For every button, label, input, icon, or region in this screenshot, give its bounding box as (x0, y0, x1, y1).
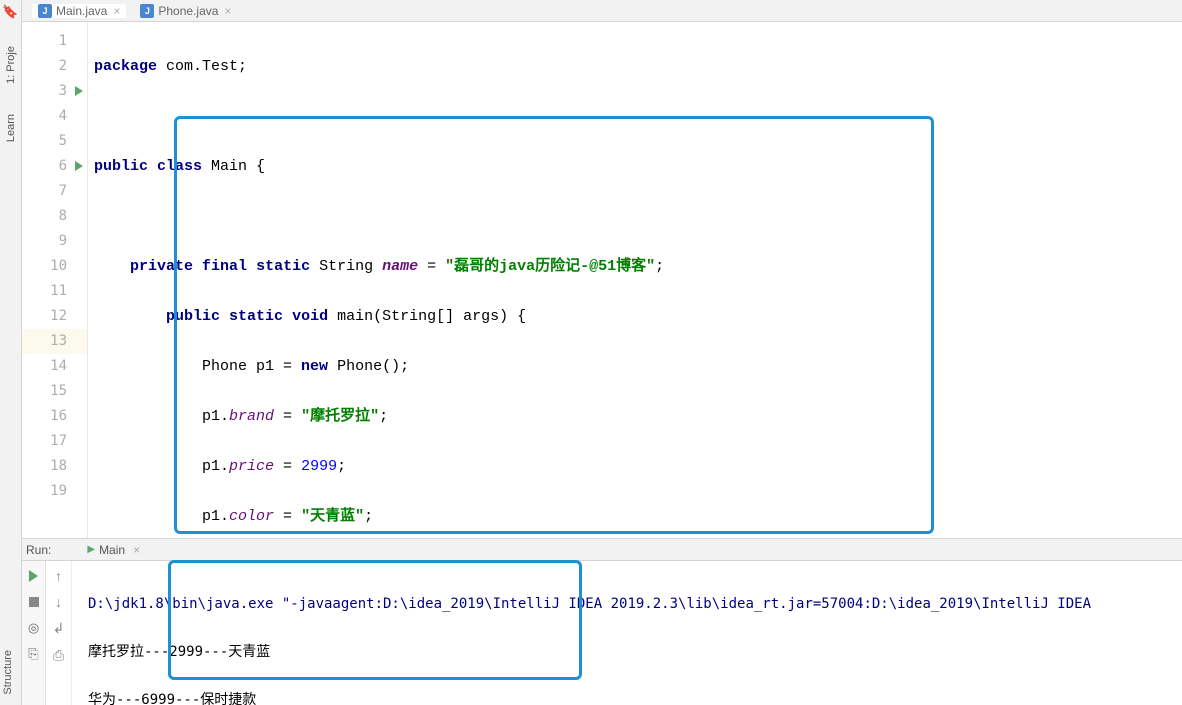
rerun-button[interactable] (26, 568, 42, 584)
gutter-line: 7 (22, 179, 87, 204)
console-output[interactable]: D:\jdk1.8\bin\java.exe "-javaagent:D:\id… (72, 540, 1182, 705)
gutter-line: 15 (22, 379, 87, 404)
gutter-line: 12 (22, 304, 87, 329)
structure-tool-label[interactable]: Structure (2, 650, 14, 695)
close-icon[interactable]: × (113, 4, 120, 18)
console-cmd: D:\jdk1.8\bin\java.exe "-javaagent:D:\id… (88, 592, 1166, 616)
run-gutter-icon[interactable] (75, 161, 83, 171)
run-label: Run: (26, 543, 51, 557)
gutter-line: 11 (22, 279, 87, 304)
gutter-line: 19 (22, 479, 87, 504)
run-gutter-icon[interactable] (75, 86, 83, 96)
gutter-line: 4 (22, 104, 87, 129)
gutter-line: 3 (22, 79, 87, 104)
tab-label: Main.java (56, 4, 107, 18)
learn-tool-label[interactable]: Learn (5, 114, 17, 142)
stop-button[interactable] (26, 594, 42, 610)
gutter-line: 9 (22, 229, 87, 254)
line-gutter[interactable]: 1 2 3 4 5 6 7 8 9 10 11 12 13 14 15 16 1… (22, 22, 88, 538)
run-toolbar-sub: ↑ ↓ ↲ ⎙ (46, 540, 72, 705)
scroll-up-icon[interactable]: ↑ (55, 568, 62, 584)
java-file-icon: J (38, 4, 52, 18)
code-editor[interactable]: package com.Test; public class Main { pr… (88, 22, 1182, 538)
tab-label: Phone.java (158, 4, 218, 18)
tab-main-java[interactable]: J Main.java × (32, 4, 126, 18)
console-line: 华为---6999---保时捷款 (88, 688, 1166, 705)
camera-icon[interactable]: ◎ (26, 620, 42, 636)
bookmark-icon: 🔖 (2, 4, 18, 20)
tool-window-strip-left[interactable]: 🔖 1: Proje Learn Structure (0, 0, 22, 705)
gutter-line: 10 (22, 254, 87, 279)
run-toolbar-left: ◎ ⎘ (22, 540, 46, 705)
gutter-line: 5 (22, 129, 87, 154)
breadcrumb[interactable]: Main›main() (186, 523, 304, 538)
exit-icon[interactable]: ⎘ (26, 646, 42, 662)
print-icon[interactable]: ⎙ (53, 647, 64, 664)
soft-wrap-icon[interactable]: ↲ (53, 620, 65, 637)
project-tool-label[interactable]: 1: Proje (5, 46, 17, 84)
tab-phone-java[interactable]: J Phone.java × (134, 4, 237, 18)
java-file-icon: J (140, 4, 154, 18)
gutter-line: 2 (22, 54, 87, 79)
gutter-line: 18 (22, 454, 87, 479)
scroll-down-icon[interactable]: ↓ (55, 594, 62, 610)
editor-tabs: J Main.java × J Phone.java × (22, 0, 1182, 22)
gutter-line: 13 (22, 329, 87, 354)
console-line: 摩托罗拉---2999---天青蓝 (88, 640, 1166, 664)
gutter-line: 17 (22, 429, 87, 454)
gutter-line: 6 (22, 154, 87, 179)
gutter-line: 1 (22, 29, 87, 54)
gutter-line: 16 (22, 404, 87, 429)
close-icon[interactable]: × (224, 4, 231, 18)
gutter-line: 14 (22, 354, 87, 379)
gutter-line: 8 (22, 204, 87, 229)
